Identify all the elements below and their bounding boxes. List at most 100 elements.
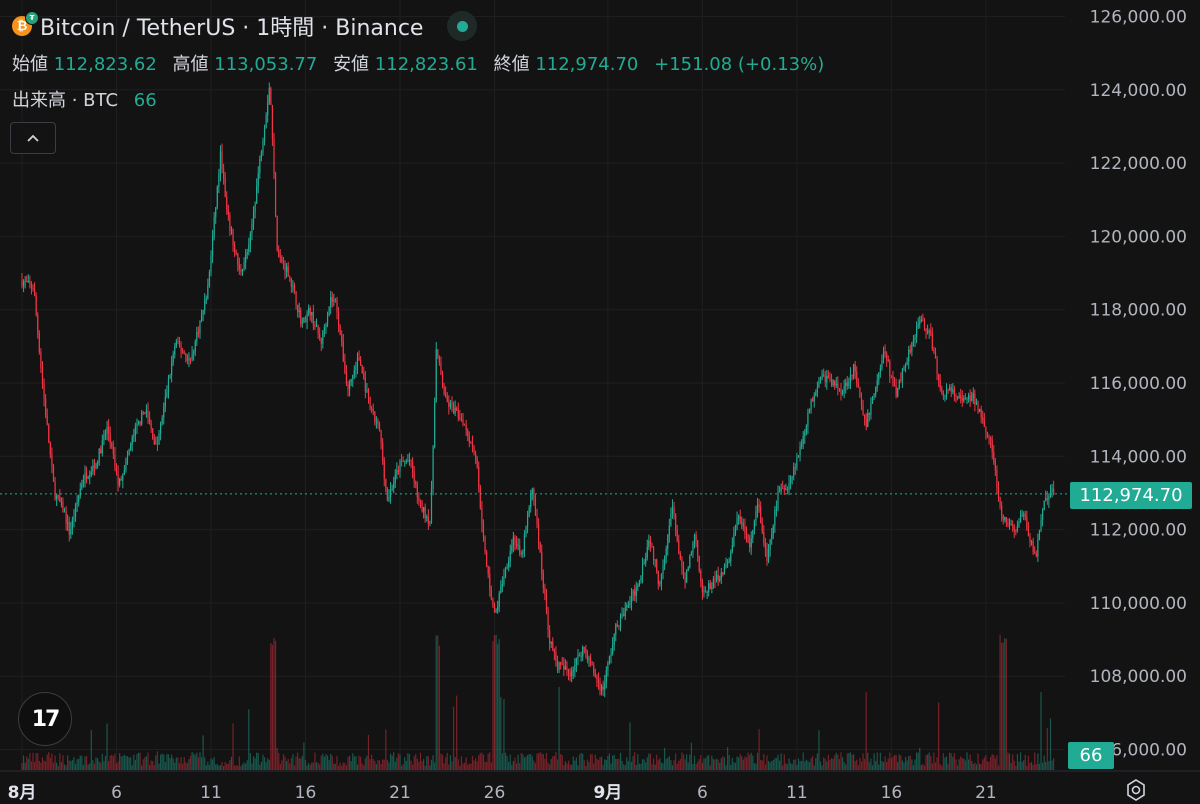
price-axis[interactable]: 126,000.00 124,000.00 122,000.00 120,000.00…	[1090, 8, 1187, 761]
volume-bar	[256, 752, 258, 770]
volume-bar	[775, 757, 778, 770]
collapse-legend-button[interactable]	[10, 122, 56, 154]
tradingview-logo-icon[interactable]: 17	[18, 692, 72, 746]
candle-body	[876, 380, 878, 388]
candle-body	[635, 587, 637, 596]
candle-body	[826, 376, 828, 383]
volume-bar	[393, 752, 395, 770]
candle-body	[467, 430, 469, 436]
volume-bar	[284, 756, 286, 770]
volume-bar	[221, 762, 223, 770]
candle-body	[509, 551, 511, 561]
volume-bar	[730, 764, 732, 770]
price-tick-label: 120,000.00	[1090, 227, 1187, 247]
volume-bar	[607, 755, 609, 770]
volume-bar	[360, 756, 362, 770]
candle-body	[317, 325, 319, 335]
volume-bar	[619, 752, 622, 770]
candle-body	[827, 376, 829, 379]
candle-body	[45, 398, 47, 416]
candle-body	[137, 421, 140, 425]
volume-bar	[711, 755, 713, 770]
candle-body	[416, 484, 418, 498]
market-status-icon[interactable]	[447, 11, 478, 41]
volume-bar	[49, 757, 51, 770]
candle-body	[741, 522, 743, 524]
volume-bar	[816, 753, 818, 770]
candle-body	[240, 269, 242, 272]
volume-bar	[931, 763, 933, 770]
volume-bar	[500, 697, 502, 770]
candle-body	[211, 237, 214, 256]
candle-body	[1042, 510, 1044, 520]
price-chart[interactable]: 126,000.00 124,000.00 122,000.00 120,000.00…	[0, 0, 1200, 804]
candle-body	[556, 660, 559, 670]
volume-bar	[506, 755, 508, 770]
symbol-title[interactable]: Bitcoin / TetherUS · 1時間 · Binance	[40, 10, 423, 42]
volume-bar	[928, 752, 930, 770]
candle-body	[933, 349, 935, 352]
volume-bar	[1042, 762, 1044, 770]
volume-bar	[197, 757, 199, 770]
candle-body	[591, 664, 593, 666]
volume-value: 66	[133, 90, 157, 111]
candle-body	[1034, 552, 1036, 554]
candle-body	[1045, 498, 1047, 501]
candle-body	[22, 281, 25, 287]
volume-bar	[71, 760, 73, 770]
volume-bar	[922, 763, 924, 770]
candle-body	[378, 424, 381, 431]
volume-bar	[167, 754, 170, 770]
volume-bar	[801, 760, 803, 770]
candle-body	[216, 186, 218, 208]
volume-bar	[40, 762, 42, 770]
candle-body	[917, 323, 919, 327]
candle-body	[71, 519, 73, 529]
candle-body	[257, 173, 259, 186]
settings-icon[interactable]	[1124, 778, 1148, 802]
volume-bar	[675, 753, 677, 770]
volume-bar	[100, 762, 102, 770]
volume-bar	[574, 760, 576, 770]
volume-bar	[742, 759, 744, 770]
volume-bar	[487, 753, 489, 770]
volume-bar	[624, 765, 626, 770]
candle-body	[922, 319, 924, 322]
time-axis[interactable]: 8月 6 11 16 21 26 9月 6 11 16 21	[0, 770, 1200, 803]
volume-bar	[497, 643, 499, 770]
volume-bar	[563, 765, 565, 770]
candle-body	[202, 310, 204, 315]
volume-bar	[137, 752, 140, 770]
volume-bar	[183, 757, 185, 770]
volume-bar	[985, 755, 987, 770]
candle-body	[492, 599, 494, 606]
candle-body	[564, 666, 566, 670]
volume-bar	[808, 762, 811, 770]
candle-body	[668, 525, 670, 536]
symbol-header[interactable]: ₿ ₮ Bitcoin / TetherUS · 1時間 · Binance	[12, 10, 478, 42]
volume-bar	[353, 756, 355, 770]
time-tick-label: 11	[200, 783, 222, 803]
candle-body	[541, 552, 543, 574]
volume-bar	[437, 635, 439, 770]
candle-body	[380, 430, 382, 443]
volume-bar	[342, 762, 344, 770]
volume-bar	[588, 762, 590, 770]
volume-bar	[174, 762, 176, 770]
candle-body	[956, 396, 959, 399]
candle-body	[687, 567, 689, 571]
volume-bar	[819, 761, 822, 770]
volume-bar	[1018, 761, 1020, 770]
candle-body	[389, 489, 392, 498]
volume-bar	[794, 759, 796, 770]
volume-bar	[637, 754, 639, 770]
volume-bar	[325, 754, 327, 770]
volume-bar	[671, 765, 674, 770]
volume-bar	[927, 754, 929, 770]
candle-body	[547, 610, 549, 630]
bitcoin-icon: ₿ ₮	[12, 11, 39, 36]
volume-bar	[163, 754, 165, 770]
volume-bar	[460, 756, 463, 770]
volume-bar	[380, 763, 382, 770]
candle-body	[185, 353, 187, 356]
